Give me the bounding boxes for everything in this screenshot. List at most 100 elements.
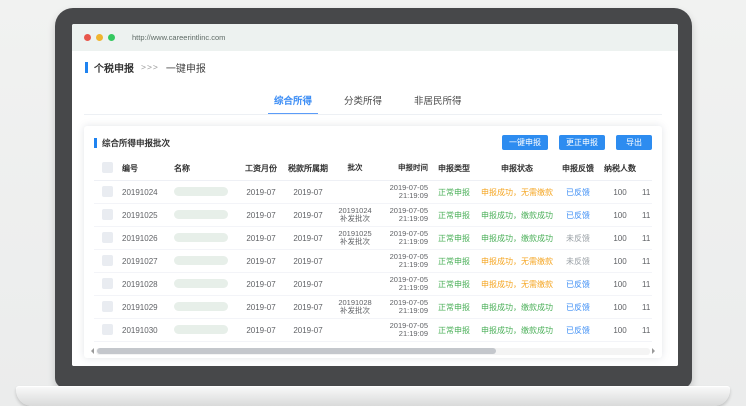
cell-batch-id: 20191030 xyxy=(120,326,172,335)
name-placeholder xyxy=(174,325,228,334)
cell-salary-month: 2019-07 xyxy=(238,280,284,289)
cell-declare-status: 申报成功，缴款成功 xyxy=(478,302,556,313)
tab-classified-income[interactable]: 分类所得 xyxy=(338,91,388,115)
select-all-checkbox[interactable] xyxy=(102,162,113,173)
one-click-declare-button[interactable]: 一键申报 xyxy=(502,135,548,150)
cell-declare-status: 申报成功，无需缴款 xyxy=(478,256,556,267)
correction-declare-button[interactable]: 更正申报 xyxy=(559,135,605,150)
table-row: 201910272019-072019-072019-07-05 21:19:0… xyxy=(94,250,652,273)
column-header-9: 申报反馈 xyxy=(556,163,600,174)
cell-taxpayer-count: 100 xyxy=(600,326,640,335)
table-row: 201910282019-072019-072019-07-05 21:19:0… xyxy=(94,273,652,296)
breadcrumb-section[interactable]: 个税申报 xyxy=(94,60,134,75)
cell-declare-type: 正常申报 xyxy=(430,256,478,267)
row-checkbox[interactable] xyxy=(102,255,113,266)
table-row: 201910292019-072019-0720191028 补发批次2019-… xyxy=(94,296,652,319)
maximize-window-icon[interactable] xyxy=(108,34,115,41)
row-checkbox[interactable] xyxy=(102,209,113,220)
cell-name xyxy=(172,325,238,336)
panel-title: 综合所得申报批次 xyxy=(102,137,170,149)
cell-declare-time: 2019-07-05 21:19:09 xyxy=(378,253,430,270)
cell-batch-id: 20191026 xyxy=(120,234,172,243)
cell-declare-type: 正常申报 xyxy=(430,279,478,290)
scroll-left-arrow-icon[interactable] xyxy=(88,348,94,354)
name-placeholder xyxy=(174,256,228,265)
cell-feedback: 已反馈 xyxy=(556,187,600,198)
cell-batch-id: 20191027 xyxy=(120,257,172,266)
tab-comprehensive-income[interactable]: 综合所得 xyxy=(268,91,318,115)
horizontal-scrollbar[interactable] xyxy=(88,347,658,355)
cell-tax-period: 2019-07 xyxy=(284,211,332,220)
table-row: 20191030 2019-072019-07 2019-07-05 21:19:0… xyxy=(94,319,652,342)
scroll-right-arrow-icon[interactable] xyxy=(652,348,658,354)
name-placeholder xyxy=(174,279,228,288)
cell-batch-id: 20191025 xyxy=(120,211,172,220)
minimize-window-icon[interactable] xyxy=(96,34,103,41)
cell-tax-period: 2019-07 xyxy=(284,303,332,312)
row-checkbox[interactable] xyxy=(102,186,113,197)
cell-declare-status: 申报成功，缴款成功 xyxy=(478,325,556,336)
tab-nonresident-income[interactable]: 非居民所得 xyxy=(408,91,468,115)
table-header: 编号名称工资月份税款所属期批次申报时间申报类型申报状态申报反馈纳税人数 xyxy=(94,157,652,181)
url-text[interactable]: http://www.careerintlinc.com xyxy=(132,33,225,42)
cell-clipped-column: 11 xyxy=(640,211,652,220)
table-body: 201910242019-072019-072019-07-05 21:19:0… xyxy=(94,181,652,342)
cell-feedback: 已反馈 xyxy=(556,279,600,290)
cell-batch-id: 20191024 xyxy=(120,188,172,197)
laptop-bezel: http://www.careerintlinc.com 个税申报 >>> 一键… xyxy=(55,8,692,388)
breadcrumb-separator: >>> xyxy=(141,62,159,72)
table-clip: 编号名称工资月份税款所属期批次申报时间申报类型申报状态申报反馈纳税人数 2019… xyxy=(94,157,652,342)
row-checkbox[interactable] xyxy=(102,278,113,289)
cell-checkbox xyxy=(94,255,120,268)
cell-tax-period: 2019-07 xyxy=(284,234,332,243)
cell-batch-id: 20191029 xyxy=(120,303,172,312)
cell-declare-status: 申报成功，缴款成功 xyxy=(478,233,556,244)
row-checkbox[interactable] xyxy=(102,324,113,335)
breadcrumb-page[interactable]: 一键申报 xyxy=(166,60,206,75)
cell-clipped-column: 11 xyxy=(640,188,652,197)
panel-title-marker-bar xyxy=(94,138,97,148)
cell-checkbox xyxy=(94,278,120,291)
cell-taxpayer-count: 100 xyxy=(600,257,640,266)
cell-clipped-column: 11 xyxy=(640,326,652,335)
scrollbar-thumb[interactable] xyxy=(97,348,496,354)
name-placeholder xyxy=(174,233,228,242)
close-window-icon[interactable] xyxy=(84,34,91,41)
cell-feedback: 已反馈 xyxy=(556,210,600,221)
column-header-3: 工资月份 xyxy=(238,163,284,174)
cell-salary-month: 2019-07 xyxy=(238,257,284,266)
cell-clipped-column: 11 xyxy=(640,234,652,243)
cell-checkbox xyxy=(94,186,120,199)
cell-batch: 20191024 补发批次 xyxy=(332,207,378,224)
browser-window: http://www.careerintlinc.com 个税申报 >>> 一键… xyxy=(72,24,678,366)
cell-batch: 20191025 补发批次 xyxy=(332,230,378,247)
cell-checkbox xyxy=(94,232,120,245)
cell-declare-type: 正常申报 xyxy=(430,210,478,221)
scrollbar-track[interactable] xyxy=(96,348,650,355)
cell-declare-status: 申报成功，缴款成功 xyxy=(478,210,556,221)
cell-declare-type: 正常申报 xyxy=(430,302,478,313)
column-header-6: 申报时间 xyxy=(378,164,430,173)
cell-clipped-column: 11 xyxy=(640,257,652,266)
cell-feedback: 已反馈 xyxy=(556,302,600,313)
cell-clipped-column: 11 xyxy=(640,303,652,312)
cell-salary-month: 2019-07 xyxy=(238,326,284,335)
page-background: http://www.careerintlinc.com 个税申报 >>> 一键… xyxy=(0,0,746,406)
cell-tax-period: 2019-07 xyxy=(284,326,332,335)
panel-title-wrap: 综合所得申报批次 xyxy=(94,137,170,149)
cell-declare-time: 2019-07-05 21:19:09 xyxy=(378,207,430,224)
export-button[interactable]: 导出 xyxy=(616,135,652,150)
cell-declare-status: 申报成功，无需缴款 xyxy=(478,279,556,290)
cell-checkbox xyxy=(94,209,120,222)
cell-feedback: 未反馈 xyxy=(556,256,600,267)
cell-checkbox xyxy=(94,324,120,337)
table-row: 201910242019-072019-072019-07-05 21:19:0… xyxy=(94,181,652,204)
cell-name xyxy=(172,233,238,244)
cell-declare-time: 2019-07-05 21:19:09 xyxy=(378,322,430,339)
declaration-batch-panel: 综合所得申报批次 一键申报 更正申报 导出 编号名称工资月份税款所属期批次申报时… xyxy=(84,126,662,358)
row-checkbox[interactable] xyxy=(102,301,113,312)
cell-taxpayer-count: 100 xyxy=(600,234,640,243)
column-header-7: 申报类型 xyxy=(430,163,478,174)
cell-tax-period: 2019-07 xyxy=(284,280,332,289)
row-checkbox[interactable] xyxy=(102,232,113,243)
